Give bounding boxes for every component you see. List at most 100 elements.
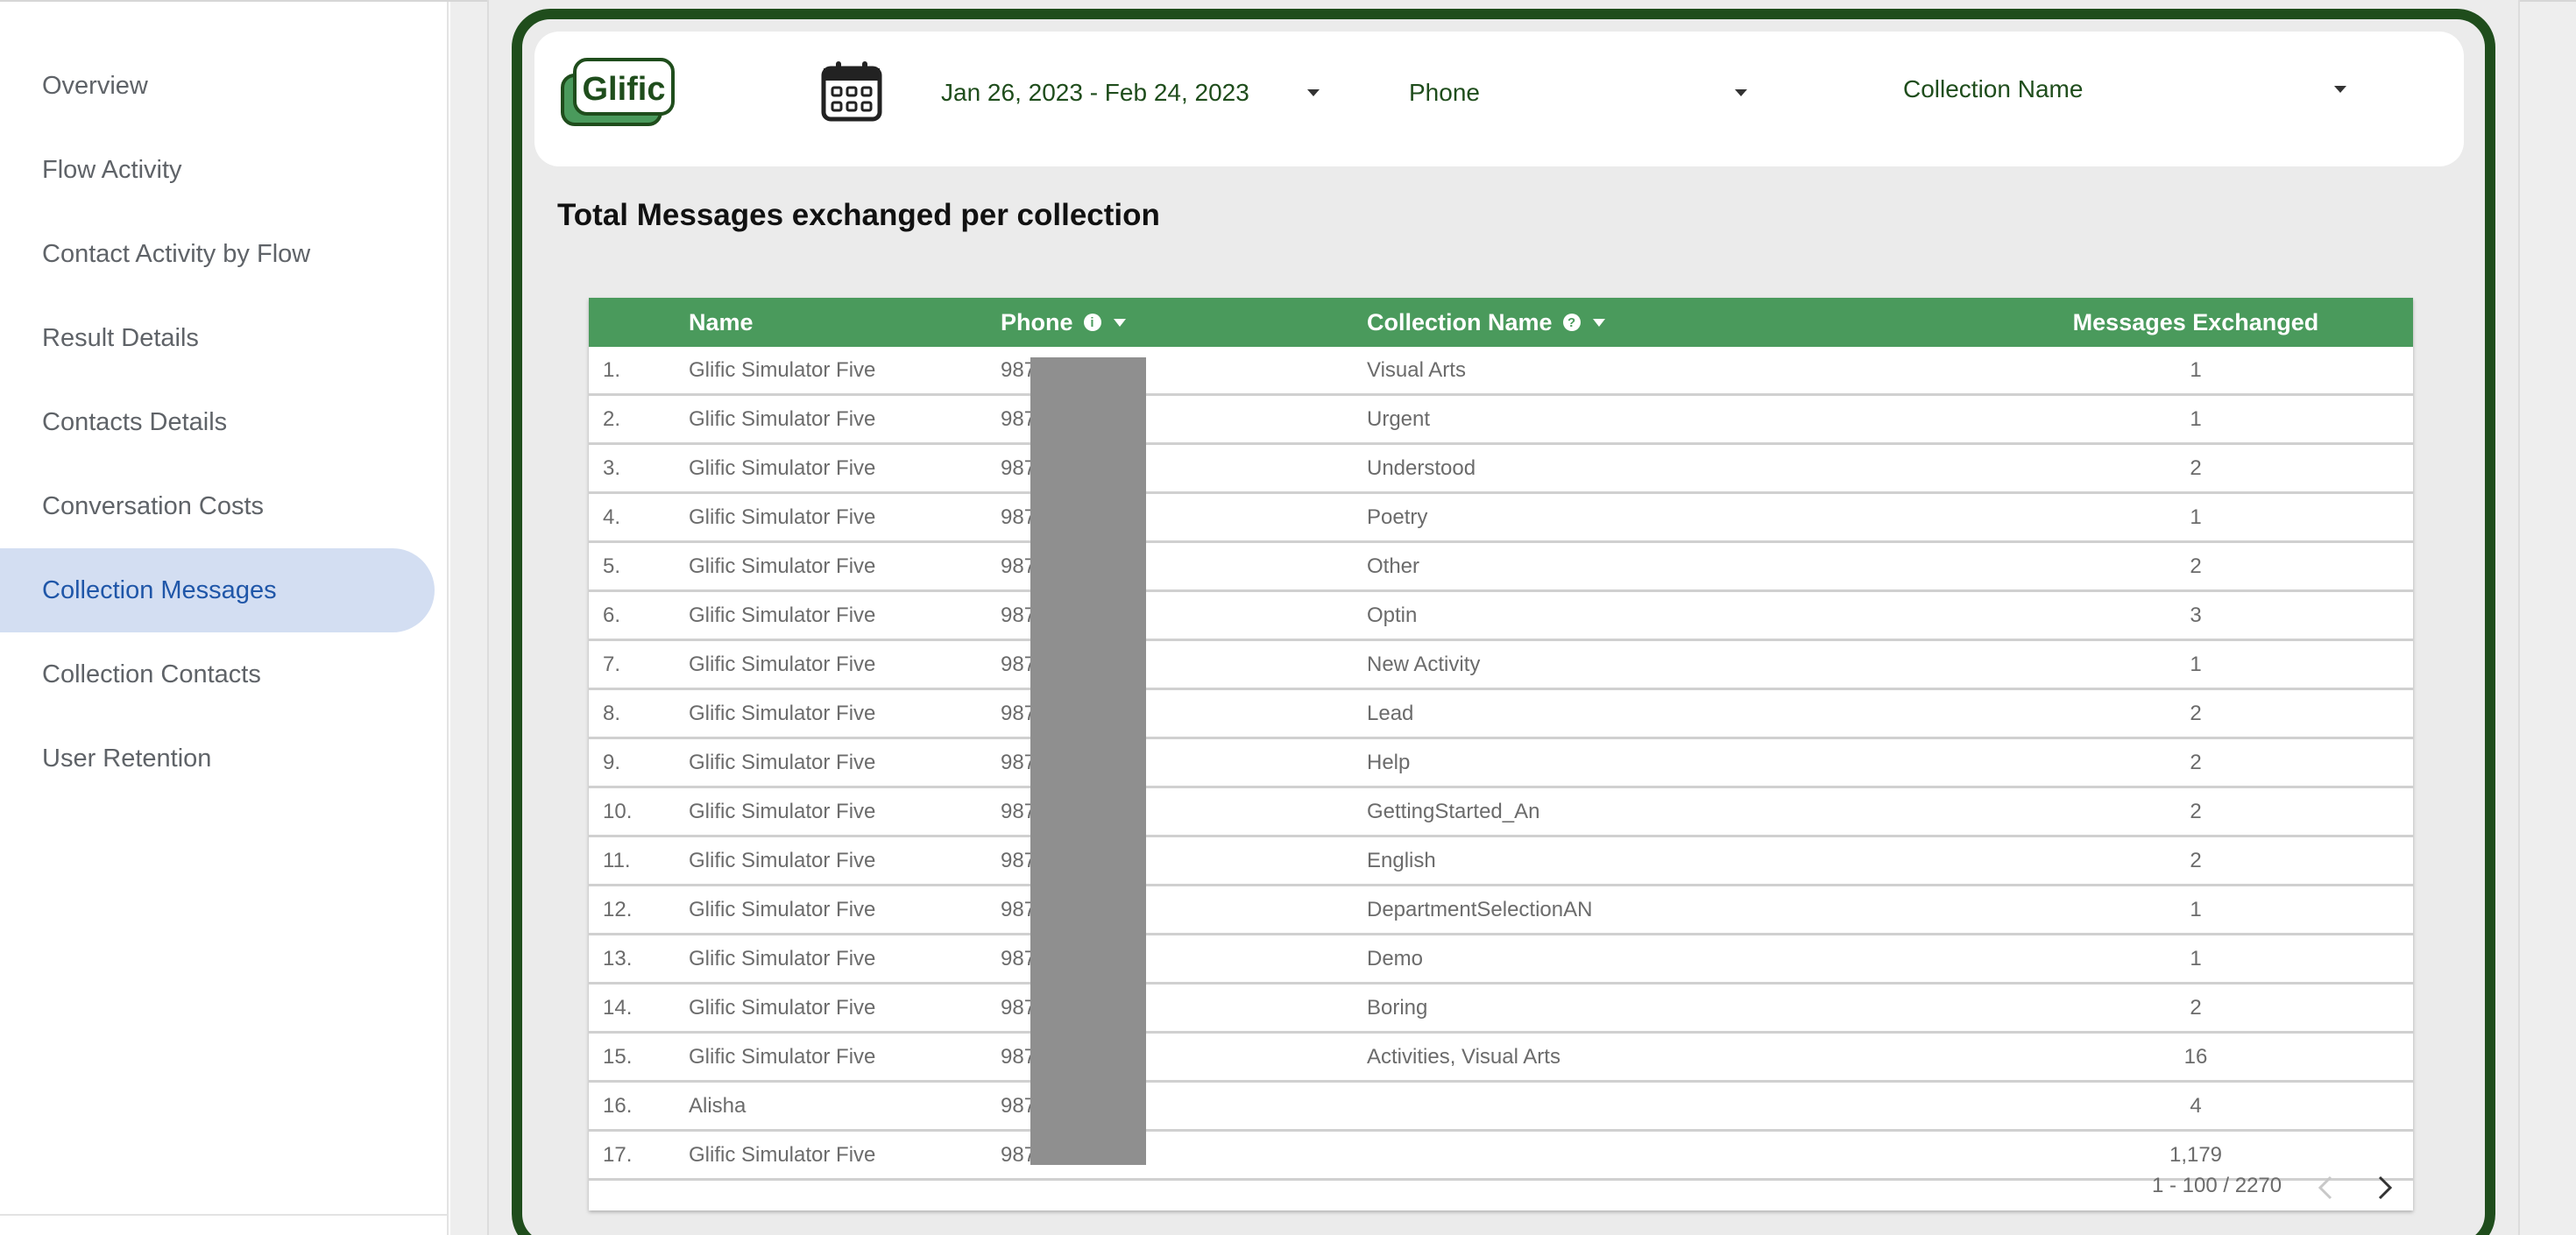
help-icon[interactable]: ? (1562, 314, 1581, 331)
row-index: 10. (603, 799, 633, 823)
cell-messages-exchanged: 1 (2190, 897, 2202, 921)
column-header-phone[interactable]: Phone i (1001, 298, 1126, 347)
row-index: 15. (603, 1044, 633, 1069)
cell-collection-name: Boring (1367, 995, 1428, 1020)
cell-name: Glific Simulator Five (689, 1044, 876, 1069)
table-row[interactable]: 15. Glific Simulator Five 987 Activities, V… (589, 1034, 2413, 1083)
collection-filter-label: Collection Name (1903, 75, 2084, 102)
cell-messages-exchanged: 1 (2190, 652, 2202, 676)
info-icon[interactable]: i (1083, 314, 1101, 331)
cell-messages-exchanged: 4 (2190, 1093, 2202, 1118)
phone-filter[interactable]: Phone (1409, 67, 1759, 119)
cell-collection-name: GettingStarted_An (1367, 799, 1540, 823)
cell-name: Glific Simulator Five (689, 554, 876, 578)
chevron-left-icon[interactable] (2313, 1172, 2339, 1203)
cell-name: Glific Simulator Five (689, 357, 876, 382)
cell-collection-name: Demo (1367, 946, 1424, 970)
cell-messages-exchanged: 1 (2190, 946, 2202, 970)
table-row[interactable]: 12. Glific Simulator Five 987 DepartmentSel… (589, 886, 2413, 935)
sidebar-item-conversation-costs[interactable]: Conversation Costs (0, 464, 435, 548)
table-row[interactable]: 7. Glific Simulator Five 987 New Activity 1 (589, 641, 2413, 690)
chevron-right-icon[interactable] (2371, 1172, 2397, 1203)
data-table: Name Phone i Collection Name ? Messages … (589, 298, 2413, 1210)
sort-icon[interactable] (1592, 318, 1605, 327)
sidebar: Overview Flow Activity Contact Activity … (0, 2, 449, 1235)
table-row[interactable]: 3. Glific Simulator Five 987 Understood 2 (589, 445, 2413, 494)
cell-messages-exchanged: 1 (2190, 505, 2202, 529)
row-index: 1. (603, 357, 621, 382)
cell-collection-name: DepartmentSelectionAN (1367, 897, 1593, 921)
cell-collection-name: Visual Arts (1367, 357, 1466, 382)
table-row[interactable]: 4. Glific Simulator Five 987 Poetry 1 (589, 494, 2413, 543)
glific-logo: Glific (559, 56, 676, 128)
table-row[interactable]: 16. Alisha 987 4 (589, 1083, 2413, 1132)
cell-collection-name: Activities, Visual Arts (1367, 1044, 1560, 1069)
cell-messages-exchanged: 1 (2190, 357, 2202, 382)
column-header-collection-name[interactable]: Collection Name ? (1367, 298, 1605, 347)
cell-messages-exchanged: 2 (2190, 750, 2202, 774)
sort-icon[interactable] (1113, 318, 1126, 327)
sidebar-item-user-retention[interactable]: User Retention (0, 716, 435, 801)
table-row[interactable]: 5. Glific Simulator Five 987 Other 2 (589, 543, 2413, 592)
cell-collection-name: Optin (1367, 603, 1418, 627)
cell-collection-name: Urgent (1367, 406, 1431, 431)
chevron-down-icon[interactable] (1735, 89, 1747, 96)
cell-messages-exchanged: 3 (2190, 603, 2202, 627)
column-header-name[interactable]: Name (689, 298, 754, 347)
cell-name: Glific Simulator Five (689, 946, 876, 970)
table-row[interactable]: 13. Glific Simulator Five 987 Demo 1 (589, 935, 2413, 984)
sidebar-item-flow-activity[interactable]: Flow Activity (0, 128, 435, 212)
table-header: Name Phone i Collection Name ? Messages … (589, 298, 2413, 347)
cell-messages-exchanged: 2 (2190, 799, 2202, 823)
cell-collection-name: Poetry (1367, 505, 1428, 529)
cell-messages-exchanged: 2 (2190, 848, 2202, 872)
sidebar-item-overview[interactable]: Overview (0, 44, 435, 128)
sidebar-item-result-details[interactable]: Result Details (0, 296, 435, 380)
table-row[interactable]: 10. Glific Simulator Five 987 GettingStarte… (589, 788, 2413, 837)
redaction-block (1030, 357, 1146, 1165)
phone-filter-label: Phone (1409, 79, 1480, 106)
page-title: Total Messages exchanged per collection (557, 198, 1160, 232)
table-row[interactable]: 8. Glific Simulator Five 987 Lead 2 (589, 690, 2413, 739)
sidebar-item-label: User Retention (42, 744, 212, 773)
sidebar-item-collection-contacts[interactable]: Collection Contacts (0, 632, 435, 716)
table-row[interactable]: 1. Glific Simulator Five 987 Visual Arts 1 (589, 347, 2413, 396)
cell-name: Glific Simulator Five (689, 848, 876, 872)
row-index: 5. (603, 554, 621, 578)
row-index: 17. (603, 1142, 633, 1167)
sidebar-item-contacts-details[interactable]: Contacts Details (0, 380, 435, 464)
logo-text: Glific (582, 71, 665, 108)
table-row[interactable]: 17. Glific Simulator Five 987 1,179 (589, 1132, 2413, 1181)
sidebar-item-label: Flow Activity (42, 155, 182, 184)
cell-collection-name: Lead (1367, 701, 1414, 725)
row-index: 11. (603, 848, 631, 872)
chevron-down-icon[interactable] (2334, 86, 2346, 93)
row-index: 14. (603, 995, 633, 1020)
row-index: 2. (603, 406, 621, 431)
chevron-down-icon[interactable] (1307, 89, 1320, 96)
date-range-picker[interactable]: Jan 26, 2023 - Feb 24, 2023 (941, 67, 1327, 119)
sidebar-item-label: Collection Contacts (42, 660, 261, 688)
collection-name-filter[interactable]: Collection Name (1903, 63, 2359, 116)
cell-name: Glific Simulator Five (689, 603, 876, 627)
table-row[interactable]: 6. Glific Simulator Five 987 Optin 3 (589, 592, 2413, 641)
calendar-icon[interactable] (820, 60, 883, 123)
cell-name: Glific Simulator Five (689, 701, 876, 725)
cell-collection-name: Other (1367, 554, 1420, 578)
table-row[interactable]: 2. Glific Simulator Five 987 Urgent 1 (589, 396, 2413, 445)
cell-collection-name: English (1367, 848, 1436, 872)
table-row[interactable]: 11. Glific Simulator Five 987 English 2 (589, 837, 2413, 886)
cell-collection-name: Understood (1367, 455, 1476, 480)
row-index: 3. (603, 455, 621, 480)
sidebar-item-contact-activity-by-flow[interactable]: Contact Activity by Flow (0, 212, 435, 296)
row-index: 7. (603, 652, 621, 676)
cell-messages-exchanged: 16 (2183, 1044, 2208, 1069)
table-row[interactable]: 14. Glific Simulator Five 987 Boring 2 (589, 984, 2413, 1034)
column-header-messages-exchanged[interactable]: Messages Exchanged (2064, 298, 2327, 347)
cell-name: Glific Simulator Five (689, 455, 876, 480)
sidebar-item-label: Overview (42, 71, 148, 100)
sidebar-divider (0, 1214, 449, 1216)
sidebar-item-label: Contacts Details (42, 407, 228, 436)
sidebar-item-collection-messages[interactable]: Collection Messages (0, 548, 435, 632)
table-row[interactable]: 9. Glific Simulator Five 987 Help 2 (589, 739, 2413, 788)
